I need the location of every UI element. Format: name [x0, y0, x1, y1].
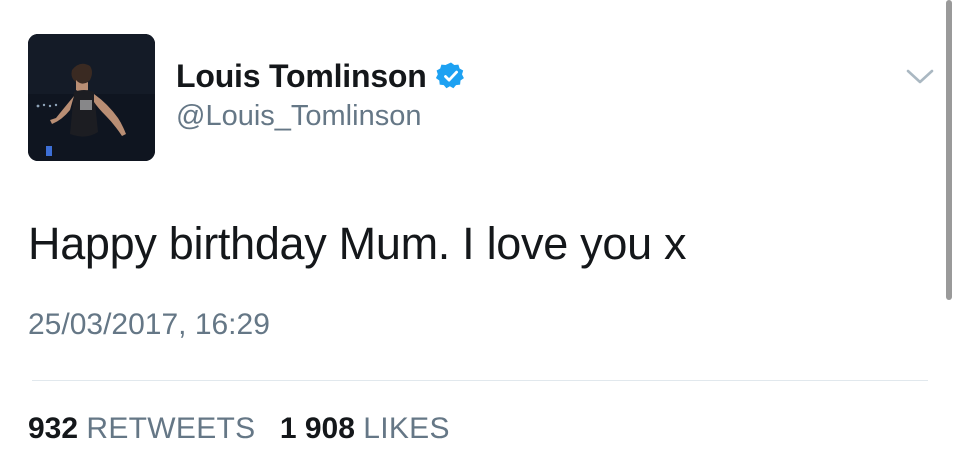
retweets-label: RETWEETS — [86, 412, 256, 445]
tweet-text: Happy birthday Mum. I love you x — [28, 218, 687, 269]
likes-stat[interactable]: 1 908 LIKES — [280, 412, 450, 446]
likes-count: 1 908 — [279, 412, 355, 445]
retweets-count: 932 — [28, 412, 79, 445]
divider — [32, 380, 928, 381]
tweet-card: Louis Tomlinson @Louis_Tomlinson Happy b… — [0, 0, 960, 474]
author-display-name[interactable]: Louis Tomlinson — [176, 58, 427, 95]
author-name-row[interactable]: Louis Tomlinson — [176, 56, 466, 96]
likes-label: LIKES — [363, 412, 450, 445]
chevron-down-icon[interactable] — [904, 64, 936, 88]
retweets-stat[interactable]: 932 RETWEETS — [28, 412, 255, 446]
tweet-stats: 932 RETWEETS 1 908 LIKES — [28, 412, 450, 446]
tweet-timestamp[interactable]: 25/03/2017, 16:29 — [28, 308, 270, 342]
scrollbar[interactable] — [946, 0, 952, 300]
avatar[interactable] — [28, 34, 155, 161]
profile-photo — [28, 34, 155, 161]
verified-badge-icon — [435, 61, 466, 91]
author-handle[interactable]: @Louis_Tomlinson — [176, 100, 421, 133]
